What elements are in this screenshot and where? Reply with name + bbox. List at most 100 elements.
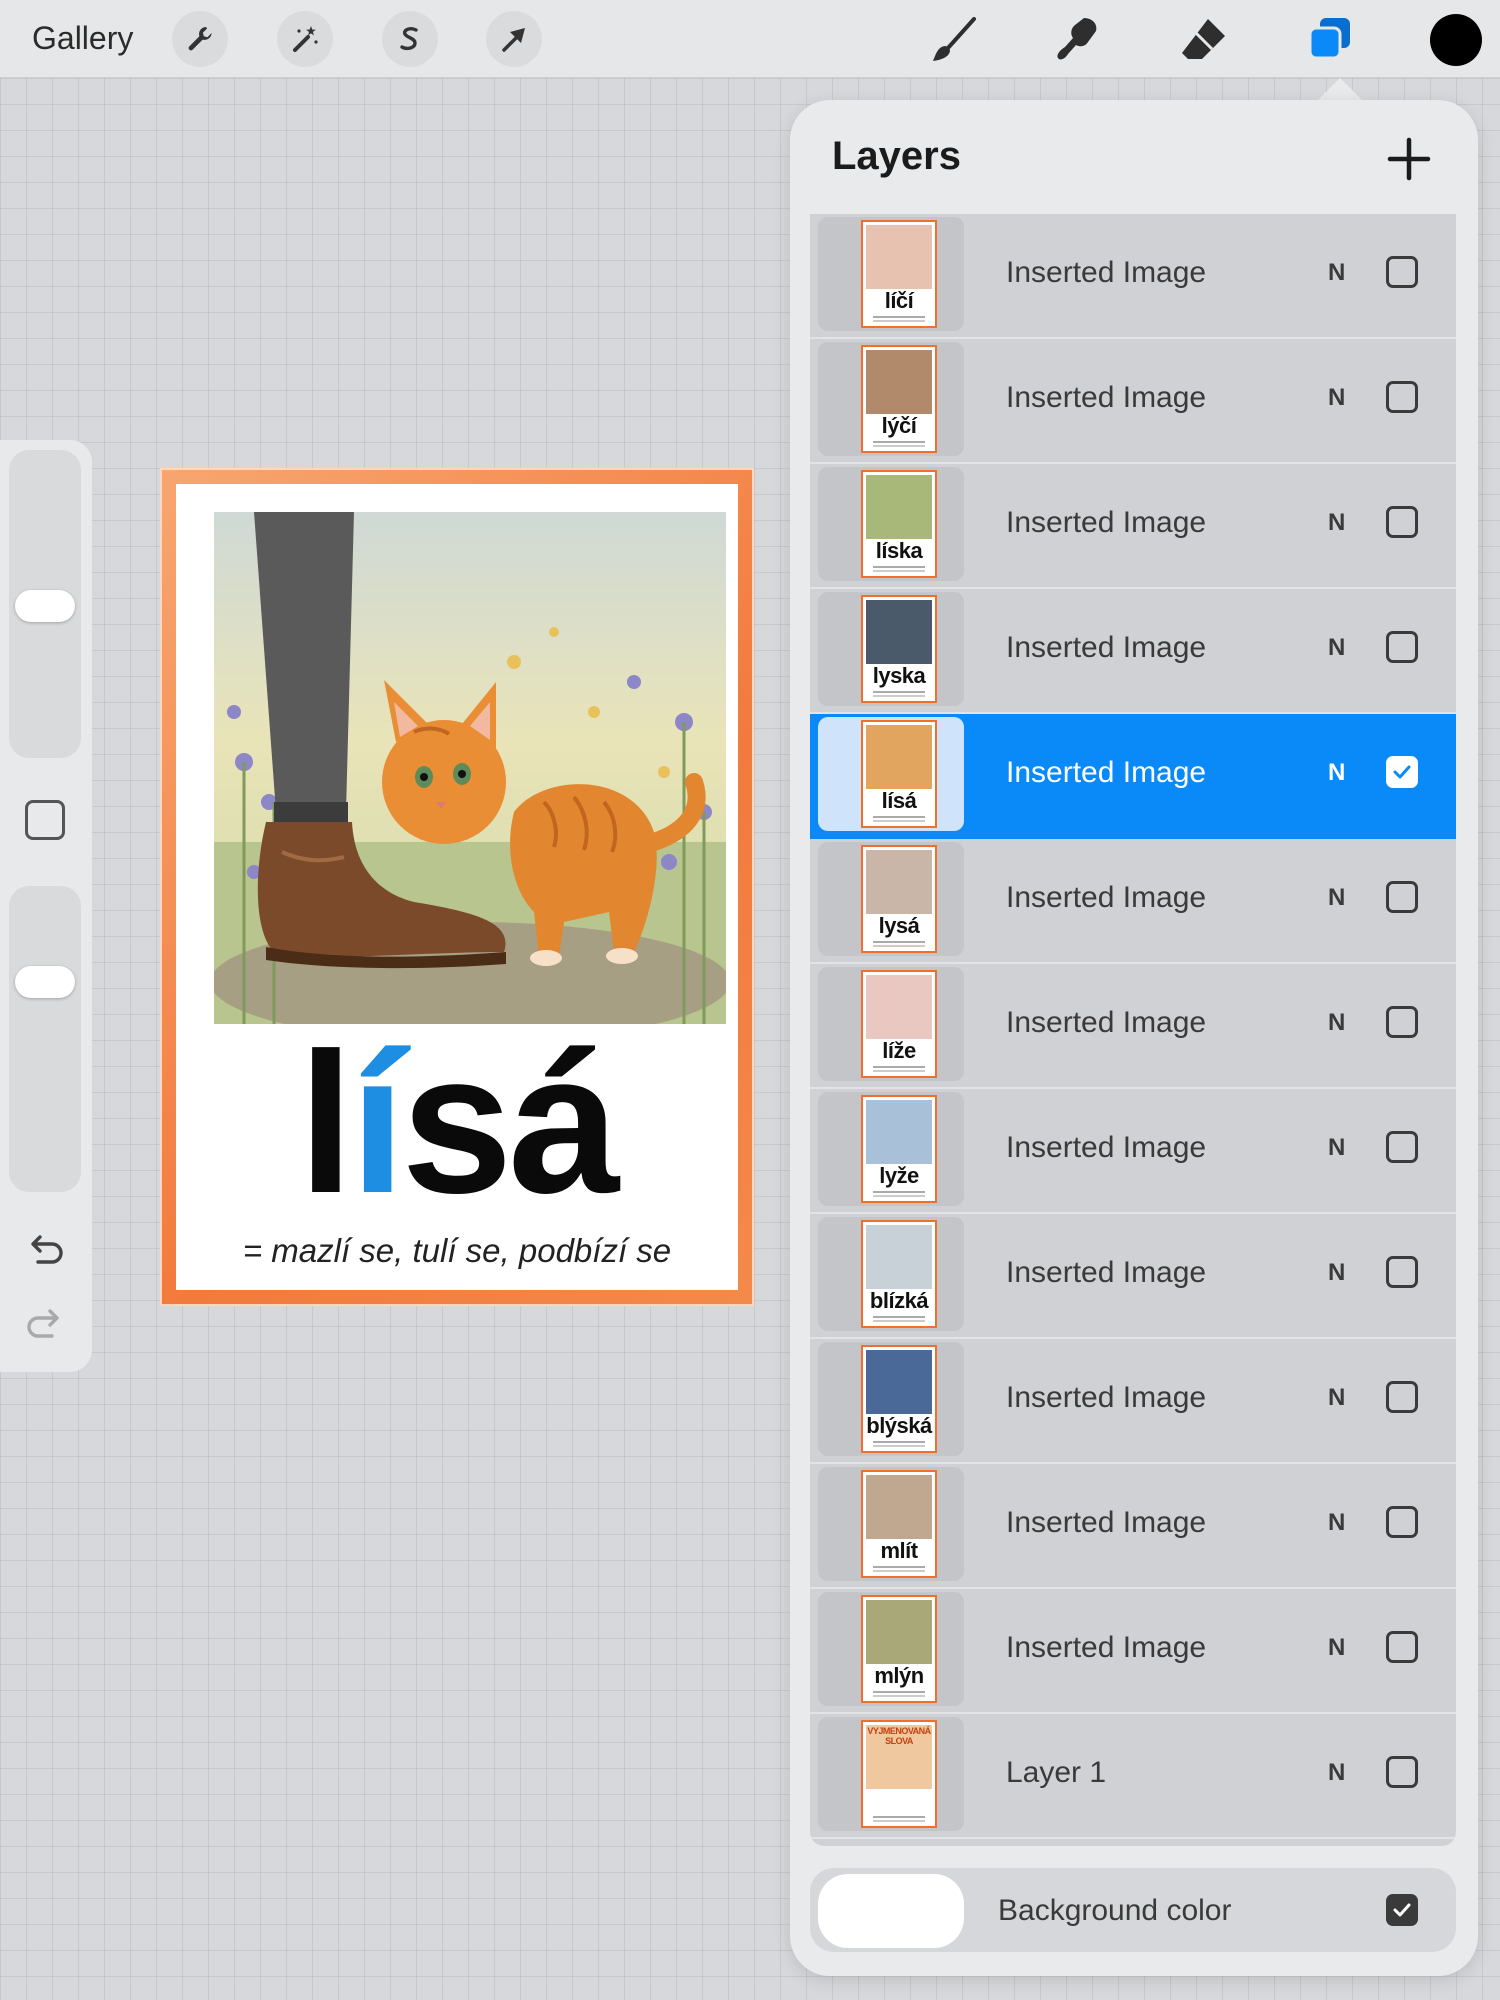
layer-row[interactable]: líže Inserted Image N — [810, 964, 1456, 1089]
layer-visibility-checkbox[interactable] — [1386, 756, 1418, 788]
layer-thumbnail-word: lyže — [879, 1163, 919, 1188]
gallery-button[interactable]: Gallery — [32, 20, 133, 57]
layer-row[interactable]: lyska Inserted Image N — [810, 589, 1456, 714]
color-picker-button[interactable] — [1430, 14, 1482, 66]
layer-blend-mode[interactable]: N — [1328, 884, 1345, 912]
eraser-button[interactable] — [1174, 10, 1234, 70]
arrow-icon — [502, 28, 525, 52]
layer-thumbnail: líska — [861, 470, 937, 578]
layer-thumbnail-card: blízká — [863, 1222, 935, 1326]
layer-row[interactable]: lyže Inserted Image N — [810, 1089, 1456, 1214]
layer-thumbnail-box[interactable]: blýská — [818, 1342, 964, 1456]
layer-visibility-checkbox[interactable] — [1386, 381, 1418, 413]
layer-thumbnail-box[interactable]: lysá — [818, 842, 964, 956]
layer-thumbnail-picture — [866, 1225, 932, 1289]
layer-row[interactable]: blízká Inserted Image N — [810, 1214, 1456, 1339]
actions-wrench-button[interactable] — [172, 11, 228, 67]
layer-blend-mode[interactable]: N — [1328, 634, 1345, 662]
layer-name: Inserted Image — [1006, 756, 1207, 789]
layer-thumbnail-picture — [866, 1100, 932, 1164]
layer-row[interactable]: líčí Inserted Image N — [810, 214, 1456, 339]
selection-button[interactable] — [382, 11, 438, 67]
opacity-slider[interactable] — [9, 886, 81, 1192]
layer-thumbnail-card: mlít — [863, 1472, 935, 1576]
transform-button[interactable] — [486, 11, 542, 67]
layer-thumbnail-box[interactable]: lyže — [818, 1092, 964, 1206]
layer-visibility-checkbox[interactable] — [1386, 1256, 1418, 1288]
layer-visibility-checkbox[interactable] — [1386, 1006, 1418, 1038]
layer-thumbnail-box[interactable]: lýčí — [818, 342, 964, 456]
brush-button[interactable] — [924, 10, 984, 70]
layer-thumbnail-box[interactable]: mlýn — [818, 1592, 964, 1706]
layer-visibility-checkbox[interactable] — [1386, 881, 1418, 913]
adjustments-button[interactable] — [277, 11, 333, 67]
layer-thumbnail-box[interactable]: líže — [818, 967, 964, 1081]
layer-visibility-checkbox[interactable] — [1386, 631, 1418, 663]
modify-button[interactable] — [25, 800, 65, 840]
layer-thumbnail-box[interactable]: VYJMENOVANÁ SLOVA — [818, 1717, 964, 1831]
layers-button[interactable] — [1300, 10, 1360, 70]
layer-blend-mode[interactable]: N — [1328, 509, 1345, 537]
layer-thumbnail-caption — [873, 1066, 925, 1072]
layer-thumbnail-box[interactable]: líčí — [818, 217, 964, 331]
layer-blend-mode[interactable]: N — [1328, 1759, 1345, 1787]
layer-thumbnail-box[interactable]: blízká — [818, 1217, 964, 1331]
layer-visibility-checkbox[interactable] — [1386, 1506, 1418, 1538]
layer-blend-mode[interactable]: N — [1328, 759, 1345, 787]
layer-name: Inserted Image — [1006, 1381, 1207, 1414]
magic-wand-icon — [293, 26, 318, 52]
checkmark-icon — [1393, 765, 1411, 779]
add-layer-plus-icon[interactable] — [1384, 134, 1434, 184]
layer-name: Inserted Image — [1006, 381, 1207, 414]
layer-name: Inserted Image — [1006, 1006, 1207, 1039]
layer-thumbnail-caption — [873, 566, 925, 572]
opacity-knob[interactable] — [15, 966, 75, 998]
layer-visibility-checkbox[interactable] — [1386, 1131, 1418, 1163]
layer-blend-mode[interactable]: N — [1328, 1009, 1345, 1037]
layer-thumbnail: lýčí — [861, 345, 937, 453]
layer-row[interactable]: líska Inserted Image N — [810, 464, 1456, 589]
layer-row[interactable]: lísá Inserted Image N — [810, 714, 1456, 839]
layer-thumbnail-word: líže — [882, 1038, 916, 1063]
layer-row[interactable]: mlít Inserted Image N — [810, 1464, 1456, 1589]
layer-blend-mode[interactable]: N — [1328, 259, 1345, 287]
layer-blend-mode[interactable]: N — [1328, 1509, 1345, 1537]
undo-icon[interactable] — [24, 1230, 66, 1272]
layer-blend-mode[interactable]: N — [1328, 1384, 1345, 1412]
layer-thumbnail-box[interactable]: mlít — [818, 1467, 964, 1581]
layer-blend-mode[interactable]: N — [1328, 1134, 1345, 1162]
brush-size-knob[interactable] — [15, 590, 75, 622]
background-color-row[interactable]: Background color — [810, 1868, 1456, 1952]
layer-thumbnail: lysá — [861, 845, 937, 953]
layer-visibility-checkbox[interactable] — [1386, 1756, 1418, 1788]
layer-thumbnail-picture — [866, 1475, 932, 1539]
layer-blend-mode[interactable]: N — [1328, 384, 1345, 412]
layer-visibility-checkbox[interactable] — [1386, 1631, 1418, 1663]
layer-thumbnail-box[interactable]: lísá — [818, 717, 964, 831]
card-word: lísá — [176, 1024, 738, 1224]
background-visibility-checkbox[interactable] — [1386, 1894, 1418, 1926]
layer-blend-mode[interactable]: N — [1328, 1634, 1345, 1662]
layer-thumbnail-box[interactable]: líska — [818, 467, 964, 581]
layer-row[interactable]: lýčí Inserted Image N — [810, 339, 1456, 464]
layer-row[interactable]: VYJMENOVANÁ SLOVA Layer 1 N — [810, 1714, 1456, 1839]
canvas-card[interactable]: lísá = mazlí se, tulí se, podbízí se — [160, 468, 754, 1306]
layers-icon — [1308, 18, 1350, 60]
layer-blend-mode[interactable]: N — [1328, 1259, 1345, 1287]
layer-name: Inserted Image — [1006, 1506, 1207, 1539]
layer-thumbnail-box[interactable]: lyska — [818, 592, 964, 706]
layers-list: líčí Inserted Image Nlýčí Inserted Image Nlí… — [810, 214, 1456, 1846]
layer-thumbnail-caption — [873, 1816, 925, 1822]
layer-visibility-checkbox[interactable] — [1386, 1381, 1418, 1413]
redo-icon[interactable] — [24, 1304, 66, 1346]
kitten-boot-illustration — [214, 512, 726, 1024]
layer-visibility-checkbox[interactable] — [1386, 256, 1418, 288]
layer-row[interactable]: blýská Inserted Image N — [810, 1339, 1456, 1464]
smudge-button[interactable] — [1048, 10, 1108, 70]
layer-thumbnail-word: lýčí — [881, 413, 917, 438]
layer-thumbnail-card: lyska — [863, 597, 935, 701]
background-color-swatch[interactable] — [818, 1874, 964, 1948]
layer-row[interactable]: lysá Inserted Image N — [810, 839, 1456, 964]
layer-row[interactable]: mlýn Inserted Image N — [810, 1589, 1456, 1714]
layer-visibility-checkbox[interactable] — [1386, 506, 1418, 538]
